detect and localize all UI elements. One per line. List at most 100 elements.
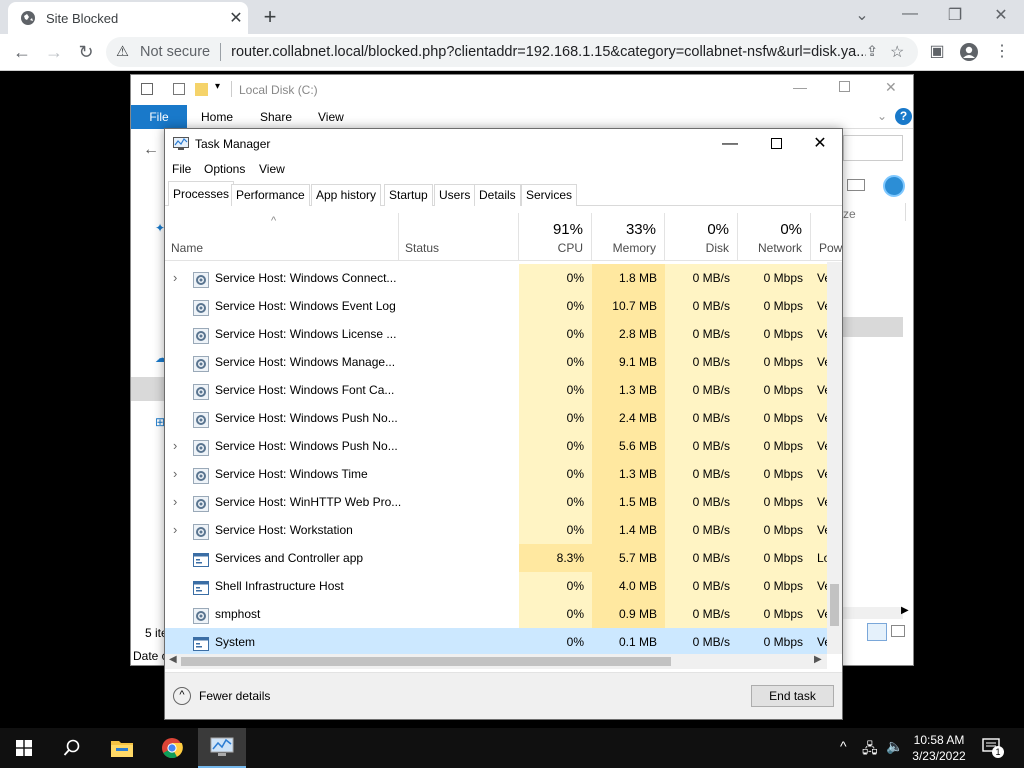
more-menu-icon[interactable]: ⋮ <box>990 40 1014 64</box>
large-icons-view-icon[interactable] <box>891 625 905 637</box>
end-task-button[interactable]: End task <box>751 685 834 707</box>
menu-view[interactable]: View <box>259 162 285 176</box>
minimize-icon[interactable]: — <box>707 129 753 159</box>
folder-icon[interactable] <box>195 83 208 96</box>
task-manager-taskbar-button[interactable] <box>198 728 246 768</box>
address-bar[interactable]: ⚠ Not secure router.collabnet.local/bloc… <box>106 37 918 67</box>
close-tab-icon[interactable]: ✕ <box>224 8 248 28</box>
ribbon-home-tab[interactable]: Home <box>201 105 233 129</box>
quick-access-icon[interactable] <box>141 83 153 95</box>
minimize-icon[interactable]: — <box>895 5 925 23</box>
back-arrow-icon[interactable]: ← <box>143 141 159 159</box>
warning-icon[interactable]: ⚠ <box>116 44 134 60</box>
this-pc-nav-item[interactable] <box>131 377 165 401</box>
table-row[interactable]: Service Host: Windows Push No... 0% 2.4 MB… <box>165 404 827 432</box>
reload-icon[interactable]: ↻ <box>72 39 100 65</box>
selected-row[interactable] <box>843 317 903 337</box>
bookmark-star-icon[interactable]: ☆ <box>890 42 918 62</box>
column-name[interactable]: ^ Name <box>165 213 399 260</box>
table-row[interactable]: Service Host: Windows Font Ca... 0% 1.3 MB… <box>165 376 827 404</box>
table-row[interactable]: smphost 0%0.9 MB0 MB/s0 MbpsVe <box>165 600 827 628</box>
customize-arrow-icon[interactable]: ▾ <box>215 81 220 92</box>
scroll-thumb[interactable] <box>181 657 671 666</box>
table-row[interactable]: System 0% 0.1 MB 0 MB/s 0 Mbps Ve <box>165 628 827 654</box>
close-window-icon[interactable]: ✕ <box>797 129 843 159</box>
view-options-icon[interactable] <box>847 179 865 191</box>
tab-processes[interactable]: Processes <box>168 181 235 206</box>
column-status[interactable]: Status <box>399 213 519 260</box>
profile-avatar-icon[interactable] <box>957 40 981 64</box>
notifications-button[interactable]: 1 <box>982 738 1004 758</box>
chevron-down-icon[interactable]: ⌄ <box>847 5 877 25</box>
tab-app-history[interactable]: App history <box>311 184 382 206</box>
browser-tab[interactable]: Site Blocked ✕ <box>8 2 248 34</box>
table-row[interactable]: Shell Infrastructure Host 0% 4.0 MB 0 MB/s 0… <box>165 572 827 600</box>
url-text[interactable]: router.collabnet.local/blocked.php?clien… <box>231 44 866 60</box>
scroll-left-icon[interactable]: ◀ <box>169 654 177 665</box>
table-row[interactable]: Service Host: Windows Event Log 0% 10.7 MB… <box>165 292 827 320</box>
back-arrow-icon[interactable]: ← <box>8 39 36 65</box>
chevron-down-icon[interactable]: ⌄ <box>877 109 887 123</box>
restore-icon[interactable]: ❐ <box>940 5 970 25</box>
ribbon-file-tab[interactable]: File <box>131 105 187 129</box>
chevron-right-icon[interactable]: › <box>173 432 183 460</box>
share-icon[interactable]: ⇪ <box>866 44 890 60</box>
column-network[interactable]: 0% Network <box>738 213 811 260</box>
column-memory[interactable]: 33% Memory <box>592 213 665 260</box>
scroll-thumb[interactable] <box>830 584 839 626</box>
chevron-up-icon[interactable]: ^ <box>840 738 847 754</box>
table-row[interactable]: › Service Host: Workstation 0% 1.4 MB 0 MB/s… <box>165 516 827 544</box>
table-row[interactable]: Service Host: Windows Manage... 0% 9.1 MB 0… <box>165 348 827 376</box>
table-row[interactable]: › Service Host: WinHTTP Web Pro... 0% 1.5 M… <box>165 488 827 516</box>
column-power[interactable]: Pow <box>811 213 842 260</box>
table-row[interactable]: › Service Host: Windows Time 0% 1.3 MB 0 MB/… <box>165 460 827 488</box>
horizontal-scrollbar[interactable]: ◀ ▶ <box>165 654 827 669</box>
table-row[interactable]: › Service Host: Windows Push No... 0% 5.6 M… <box>165 432 827 460</box>
network-icon[interactable]: 🖧 <box>862 738 878 762</box>
help-icon[interactable]: ? <box>895 108 912 125</box>
maximize-icon[interactable] <box>753 129 799 159</box>
scroll-right-icon[interactable]: ▶ <box>814 654 822 665</box>
menu-options[interactable]: Options <box>204 162 245 176</box>
properties-icon[interactable] <box>173 83 185 95</box>
maximize-icon[interactable] <box>839 81 850 92</box>
vertical-scrollbar[interactable] <box>827 262 842 654</box>
chevron-right-icon[interactable]: › <box>173 460 183 488</box>
fewer-details-button[interactable]: ^ Fewer details <box>173 687 270 705</box>
ribbon-share-tab[interactable]: Share <box>260 105 292 129</box>
tab-users[interactable]: Users <box>434 184 476 206</box>
tab-startup[interactable]: Startup <box>384 184 433 206</box>
close-window-icon[interactable]: ✕ <box>986 5 1016 25</box>
horizontal-scrollbar[interactable] <box>843 607 903 619</box>
menu-file[interactable]: File <box>172 162 191 176</box>
details-view-icon[interactable] <box>867 623 887 641</box>
tab-details[interactable]: Details <box>474 184 521 206</box>
scroll-right-icon[interactable]: ▶ <box>901 605 909 616</box>
chevron-right-icon[interactable]: › <box>173 488 183 516</box>
search-button[interactable] <box>48 728 96 768</box>
close-window-icon[interactable]: ✕ <box>885 79 897 96</box>
minimize-icon[interactable]: — <box>793 79 807 95</box>
table-row[interactable]: › Service Host: Windows Connect... 0% 1.8 M… <box>165 264 827 292</box>
tab-performance[interactable]: Performance <box>231 184 310 206</box>
new-tab-button[interactable]: + <box>258 4 282 30</box>
ribbon-view-tab[interactable]: View <box>318 105 344 129</box>
column-header-size[interactable]: ze <box>843 207 856 221</box>
volume-icon[interactable]: 🔈 <box>886 738 903 755</box>
network-cell: 0 Mbps <box>738 348 811 376</box>
start-button[interactable] <box>0 728 48 768</box>
chrome-taskbar-button[interactable] <box>148 728 196 768</box>
chevron-right-icon[interactable]: › <box>173 516 183 544</box>
forward-arrow-icon[interactable]: → <box>40 39 68 65</box>
column-cpu[interactable]: 91% CPU <box>519 213 592 260</box>
table-row[interactable]: Service Host: Windows License ... 0% 2.8 M… <box>165 320 827 348</box>
table-row[interactable]: Services and Controller app 8.3% 5.7 MB 0 M… <box>165 544 827 572</box>
search-input[interactable] <box>843 135 903 161</box>
tab-services[interactable]: Services <box>521 184 578 206</box>
column-disk[interactable]: 0% Disk <box>665 213 738 260</box>
clock[interactable]: 10:58 AM 3/23/2022 <box>906 732 972 764</box>
chevron-right-icon[interactable]: › <box>173 264 183 292</box>
file-explorer-taskbar-button[interactable] <box>98 728 146 768</box>
side-panel-icon[interactable]: ▣ <box>925 40 949 64</box>
security-label[interactable]: Not secure <box>140 44 210 60</box>
